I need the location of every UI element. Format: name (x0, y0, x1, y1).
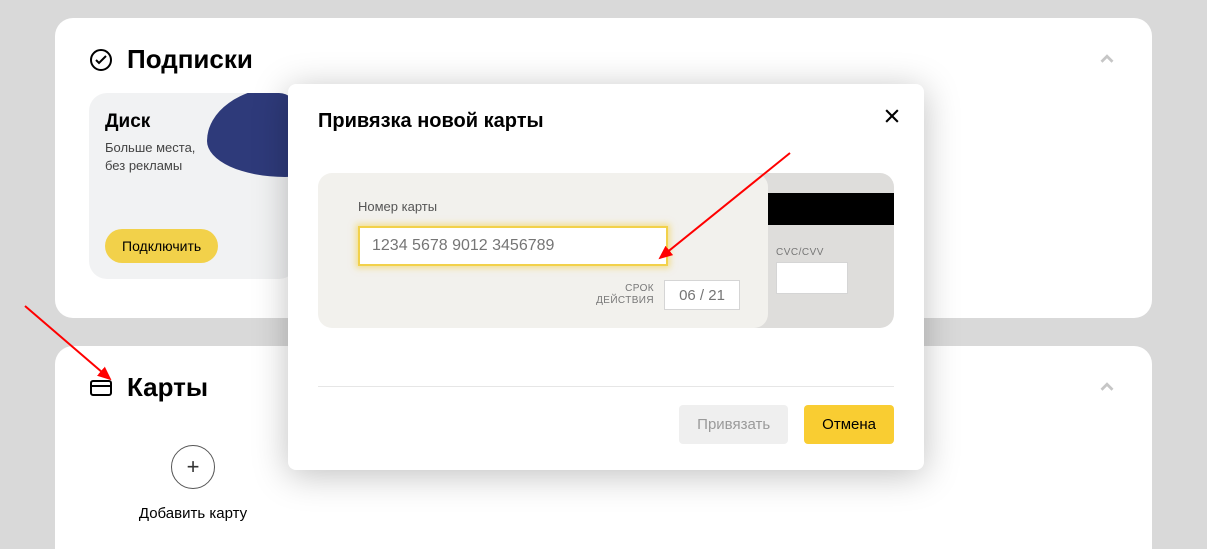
modal-divider (318, 386, 894, 387)
disk-subscription-tile: Диск Больше места,без рекламы Подключить (89, 93, 297, 279)
card-back: CVC/CVV (754, 173, 894, 328)
card-number-label: Номер карты (358, 199, 740, 214)
card-icon (89, 376, 113, 400)
cvc-input[interactable] (776, 262, 848, 294)
chevron-up-icon[interactable] (1096, 48, 1118, 70)
expiry-label: СРОКДЕЙСТВИЯ (596, 283, 654, 307)
plus-icon[interactable]: + (171, 445, 215, 489)
modal-title: Привязка новой карты (318, 110, 894, 133)
subscriptions-title: Подписки (127, 44, 253, 75)
expiry-input[interactable] (664, 280, 740, 310)
bind-button[interactable]: Привязать (679, 405, 788, 444)
cancel-button[interactable]: Отмена (804, 405, 894, 444)
chevron-up-icon[interactable] (1096, 376, 1118, 398)
add-card-label: Добавить карту (89, 505, 297, 522)
cards-title: Карты (127, 372, 208, 403)
bind-card-modal: Привязка новой карты Номер карты СРОКДЕЙ… (288, 84, 924, 470)
add-card-tile[interactable]: + Добавить карту (89, 445, 297, 522)
connect-button[interactable]: Подключить (105, 229, 218, 263)
check-circle-icon (89, 48, 113, 72)
cvc-label: CVC/CVV (776, 247, 894, 258)
magnetic-stripe (754, 193, 894, 225)
card-front: Номер карты СРОКДЕЙСТВИЯ (318, 173, 768, 328)
card-number-input[interactable] (358, 226, 668, 266)
close-icon[interactable] (882, 106, 902, 126)
